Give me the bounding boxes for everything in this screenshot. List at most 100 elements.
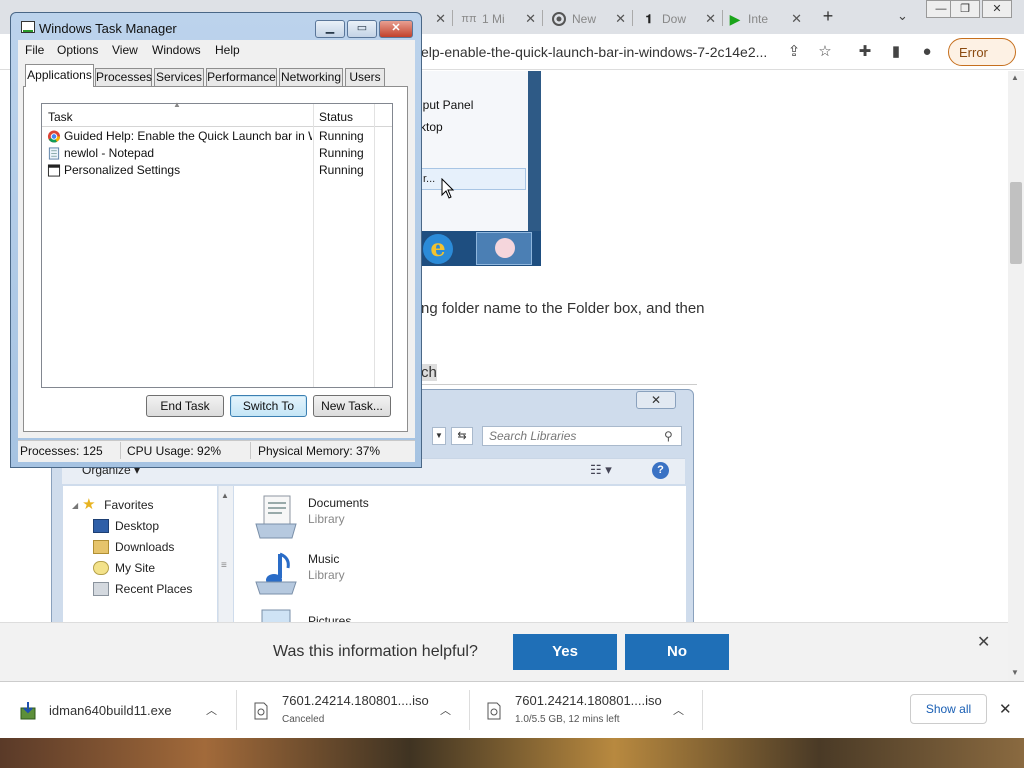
library-documents: Documents Library [254, 494, 554, 544]
show-all-downloads-button[interactable]: Show all [910, 694, 987, 724]
tm-minimize-button[interactable]: ▁ [315, 20, 345, 38]
new-tab-button[interactable]: + [818, 6, 838, 28]
tab-close-icon[interactable]: ✕ [525, 11, 536, 27]
tm-menu-view[interactable]: View [112, 43, 138, 57]
library-name: Documents [308, 496, 369, 510]
tm-menu-options[interactable]: Options [57, 43, 98, 57]
explorer-search-icon: ⚲ [664, 429, 673, 443]
tab-separator [722, 10, 723, 26]
feedback-no-button[interactable]: No [625, 634, 729, 670]
documents-library-icon [255, 495, 297, 539]
chevron-up-icon[interactable]: ︿ [673, 702, 684, 718]
tab-performance[interactable]: Performance [206, 68, 277, 86]
browser-tab-active-edge[interactable]: ✕ [422, 4, 452, 34]
feedback-banner [0, 622, 1008, 681]
end-task-button[interactable]: End Task [146, 395, 224, 417]
bookmark-star-icon[interactable]: ☆ [816, 43, 834, 61]
chevron-up-icon[interactable]: ︿ [440, 702, 451, 718]
tm-maximize-button[interactable]: ▭ [347, 20, 377, 38]
table-row[interactable]: newlol - Notepad Running [47, 145, 387, 162]
column-header-status[interactable]: Status [319, 110, 353, 124]
extensions-puzzle-icon[interactable]: ✚ [856, 43, 874, 61]
desktop-icon [93, 519, 109, 533]
nav-item-label: Recent Places [115, 582, 193, 596]
start-menu-selected-item: r... [420, 168, 526, 190]
scroll-up-arrow-icon[interactable]: ▲ [1011, 73, 1019, 82]
window-restore-button[interactable]: ❐ [950, 0, 980, 18]
tab-search-chevron-icon[interactable]: ⌄ [897, 8, 908, 24]
download-filename: 7601.24214.180801....iso [515, 693, 662, 708]
task-manager-app-icon [21, 21, 35, 33]
address-bar-url[interactable]: elp-enable-the-quick-launch-bar-in-windo… [421, 44, 767, 60]
tm-close-button[interactable]: ✕ [379, 20, 413, 38]
table-row[interactable]: Personalized Settings Running [47, 162, 387, 179]
switch-to-button[interactable]: Switch To [230, 395, 307, 417]
tab-processes[interactable]: Processes [95, 68, 152, 86]
tab-separator [542, 10, 543, 26]
tm-menu-help[interactable]: Help [215, 43, 240, 57]
tm-menu-windows[interactable]: Windows [152, 43, 201, 57]
new-task-button[interactable]: New Task... [313, 395, 391, 417]
divider [421, 384, 697, 385]
profile-avatar-icon[interactable]: ● [918, 43, 936, 61]
chevron-up-icon[interactable]: ︿ [206, 702, 217, 718]
installer-icon [20, 702, 36, 720]
tab-close-icon[interactable]: ✕ [791, 11, 802, 27]
tab-close-icon[interactable]: ✕ [435, 11, 446, 27]
task-status: Running [319, 146, 364, 160]
tab-close-icon[interactable]: ✕ [705, 11, 716, 27]
disc-image-file-icon [487, 702, 501, 720]
task-name: newlol - Notepad [64, 146, 155, 160]
window-close-button[interactable]: ✕ [982, 0, 1012, 18]
scroll-down-arrow-icon[interactable]: ▼ [1011, 668, 1019, 677]
nav-item-desktop: Desktop [93, 519, 159, 533]
star-icon: ★ [82, 496, 96, 513]
my-site-icon [93, 561, 109, 575]
recent-places-icon [93, 582, 109, 596]
tab-close-icon[interactable]: ✕ [615, 11, 626, 27]
side-panel-icon[interactable]: ▮ [887, 43, 905, 61]
column-header-task[interactable]: Task [48, 110, 73, 124]
explorer-help-icon: ? [652, 462, 669, 479]
tab-label: Dow [662, 12, 687, 26]
browser-tab-4[interactable]: ▶ Inte ✕ [728, 4, 808, 34]
browser-tab-2[interactable]: New ✕ [552, 4, 632, 34]
status-physical-memory: Physical Memory: 37% [258, 444, 381, 458]
explorer-dropdown-icon: ▼ [432, 427, 446, 445]
download-item-3[interactable]: 7601.24214.180801....iso 1.0/5.5 GB, 12 … [470, 682, 702, 737]
library-name: Music [308, 552, 340, 566]
table-row[interactable]: Guided Help: Enable the Quick Launch bar… [47, 128, 387, 145]
chrome-icon [47, 130, 61, 143]
mouse-cursor-icon [441, 178, 455, 199]
library-type: Library [308, 568, 345, 582]
share-icon[interactable]: ⇪ [785, 43, 803, 61]
tab-separator [452, 10, 453, 26]
pictures-library-icon [261, 609, 291, 622]
task-name: Guided Help: Enable the Quick Launch bar… [64, 129, 312, 143]
download-filename: idman640build11.exe [49, 703, 172, 718]
start-menu-item: ktop [420, 120, 443, 134]
library-type: Library [308, 512, 345, 526]
feedback-yes-button[interactable]: Yes [513, 634, 617, 670]
profile-error-button[interactable]: Error [948, 38, 1016, 66]
page-scrollbar[interactable] [1008, 71, 1024, 681]
tab-label: 1 Mi [482, 12, 505, 26]
browser-tab-3[interactable]: 𝟏 Dow ✕ [642, 4, 722, 34]
status-divider [250, 442, 251, 459]
download-item-2[interactable]: 7601.24214.180801....iso Canceled ︿ [237, 682, 469, 737]
taskbar-app-icon [476, 232, 532, 265]
browser-tab-1[interactable]: ππ 1 Mi ✕ [461, 4, 542, 34]
article-paragraph: ng folder name to the Folder box, and th… [421, 300, 705, 317]
tab-services[interactable]: Services [154, 68, 204, 86]
download-item-1[interactable]: idman640build11.exe ︿ [0, 682, 236, 737]
nav-item-recent-places: Recent Places [93, 582, 192, 596]
page-scrollbar-thumb[interactable] [1010, 182, 1022, 264]
tab-applications[interactable]: Applications [25, 64, 94, 87]
tm-menu-file[interactable]: File [25, 43, 44, 57]
tab-networking[interactable]: Networking [279, 68, 343, 86]
tab-users[interactable]: Users [345, 68, 385, 86]
close-shelf-icon[interactable]: ✕ [999, 700, 1012, 718]
feedback-close-icon[interactable]: ✕ [977, 632, 990, 652]
task-manager-title: Windows Task Manager [39, 21, 177, 36]
nav-item-label: Downloads [115, 540, 175, 554]
